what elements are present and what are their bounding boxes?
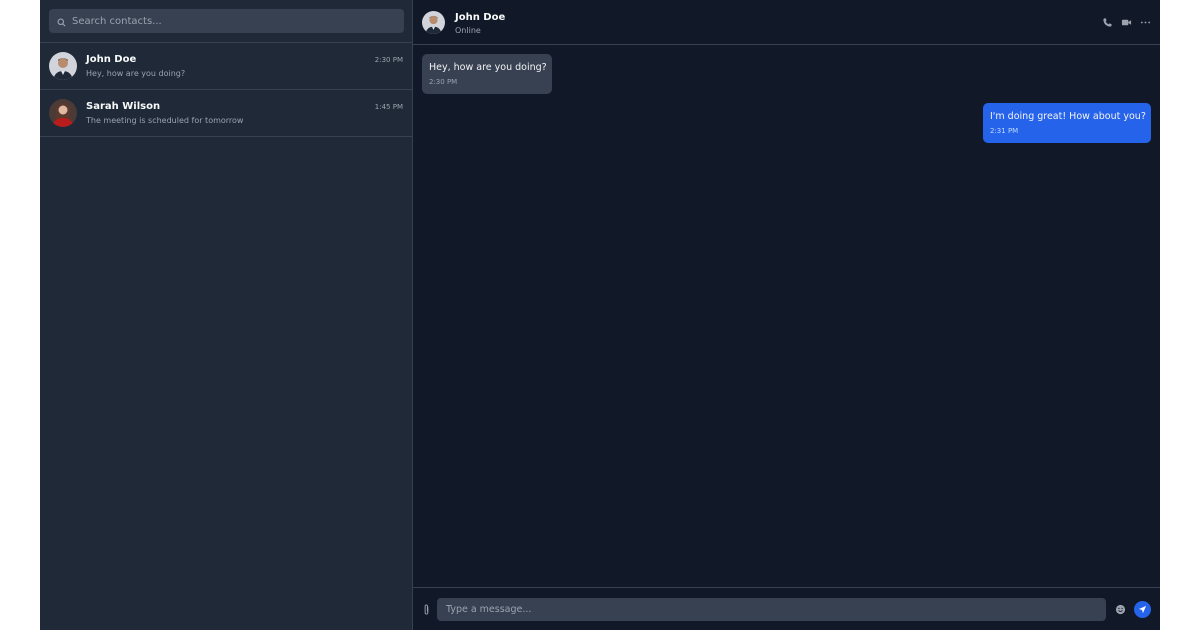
message-list[interactable]: Hey, how are you doing? 2:30 PM I'm doin… [413,45,1160,587]
person-avatar-icon[interactable] [422,10,445,34]
message-incoming: Hey, how are you doing? 2:30 PM [422,54,552,94]
message-composer [413,587,1160,630]
contact-item-john-doe[interactable]: John Doe 2:30 PM Hey, how are you doing? [40,43,412,90]
contact-preview: The meeting is scheduled for tomorrow [86,116,244,125]
chat-header: John Doe Online [413,0,1160,45]
message-input[interactable] [437,597,1106,621]
message-outgoing: I'm doing great! How about you? 2:31 PM [983,103,1151,143]
person-avatar-icon [49,52,77,80]
send-icon [1138,605,1147,613]
paperclip-icon[interactable] [422,603,431,615]
message-text: I'm doing great! How about you? [990,111,1146,122]
message-text: Hey, how are you doing? [429,62,547,73]
contact-time: 1:45 PM [374,103,403,111]
search-input[interactable] [72,15,392,27]
contact-preview: Hey, how are you doing? [86,69,186,78]
emoji-icon[interactable] [1115,604,1126,615]
contact-name: John Doe [86,54,137,65]
video-icon[interactable] [1121,17,1132,28]
search-box[interactable] [49,9,404,33]
contact-name: Sarah Wilson [86,101,161,112]
send-button[interactable] [1134,600,1151,618]
chat-contact-name: John Doe [455,11,506,23]
message-time: 2:30 PM [429,78,458,86]
search-bar [40,0,412,43]
contacts-sidebar: John Doe 2:30 PM Hey, how are you doing?… [40,0,413,630]
contact-time: 2:30 PM [374,56,403,64]
person-avatar-icon [49,99,77,127]
chat-contact-status: Online [455,25,481,35]
messenger-app: John Doe 2:30 PM Hey, how are you doing?… [40,0,1160,630]
phone-icon[interactable] [1102,17,1113,28]
more-icon[interactable] [1140,17,1151,28]
message-time: 2:31 PM [990,127,1019,135]
chat-panel: John Doe Online Hey, how are you doing? … [413,0,1160,630]
contact-item-sarah-wilson[interactable]: Sarah Wilson 1:45 PM The meeting is sche… [40,90,412,137]
search-icon [57,12,66,31]
